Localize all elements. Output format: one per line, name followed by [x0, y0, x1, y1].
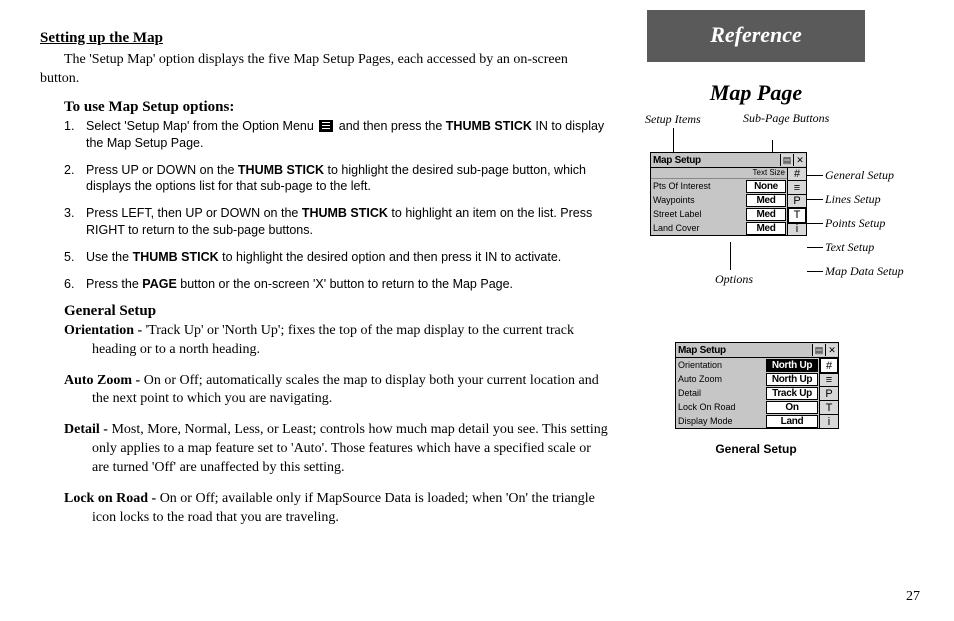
close-button[interactable]: ✕ — [825, 344, 838, 356]
tab-general-icon[interactable]: # — [788, 168, 806, 181]
intro-paragraph: The 'Setup Map' option displays the five… — [40, 51, 610, 89]
leader-line — [772, 140, 773, 152]
tab-lines-icon[interactable]: ≡ — [820, 373, 838, 387]
tab-mapdata-icon[interactable]: i — [788, 223, 806, 235]
list-row[interactable]: WaypointsMed — [651, 193, 787, 207]
def-detail: Detail - Most, More, Normal, Less, or Le… — [64, 421, 610, 478]
def-auto-zoom: Auto Zoom - On or Off; automatically sca… — [64, 372, 610, 410]
step-item: 1. Select 'Setup Map' from the Option Me… — [64, 118, 610, 152]
steps-list: 1. Select 'Setup Map' from the Option Me… — [64, 118, 610, 293]
gps-title: Map Setup — [676, 345, 812, 356]
left-column: Setting up the Map The 'Setup Map' optio… — [40, 30, 610, 540]
callout-lines: Lines Setup — [825, 192, 881, 207]
map-page-title: Map Page — [647, 80, 865, 106]
list-row[interactable]: OrientationNorth Up — [676, 358, 819, 372]
leader-line — [673, 128, 674, 152]
list-row[interactable]: Lock On RoadOn — [676, 400, 819, 414]
close-button[interactable]: ✕ — [793, 154, 806, 166]
tab-general-icon[interactable]: # — [819, 357, 839, 374]
leader-line — [807, 199, 823, 200]
screenshot-2-wrap: Map Setup ▤ ✕ OrientationNorth Up Auto Z… — [635, 342, 935, 502]
list-row[interactable]: Land CoverMed — [651, 221, 787, 235]
gps-list: OrientationNorth Up Auto ZoomNorth Up De… — [676, 358, 819, 428]
list-row[interactable]: Auto ZoomNorth Up — [676, 372, 819, 386]
leader-line — [807, 175, 823, 176]
leader-line — [807, 271, 823, 272]
general-setup-heading: General Setup — [64, 303, 610, 320]
tab-mapdata-icon[interactable]: i — [820, 415, 838, 428]
list-row[interactable]: DetailTrack Up — [676, 386, 819, 400]
step-item: 6. Press the PAGE button or the on-scree… — [64, 276, 610, 293]
tab-text-icon[interactable]: T — [820, 401, 838, 415]
gps-list: Text Size Pts Of InterestNone WaypointsM… — [651, 168, 787, 235]
subpage-tabs: # ≡ P T i — [787, 168, 806, 235]
right-column: Reference Map Page Setup Items Sub-Page … — [635, 10, 935, 502]
subpage-tabs: # ≡ P T i — [819, 358, 838, 428]
screenshot-2-caption: General Setup — [675, 442, 837, 456]
callout-points: Points Setup — [825, 216, 885, 231]
list-row[interactable]: Pts Of InterestNone — [651, 179, 787, 193]
step-item: 2. Press UP or DOWN on the THUMB STICK t… — [64, 162, 610, 196]
tab-text-icon[interactable]: T — [787, 207, 807, 223]
tab-points-icon[interactable]: P — [788, 195, 806, 208]
callout-general: General Setup — [825, 168, 894, 183]
def-lock-on-road: Lock on Road - On or Off; available only… — [64, 490, 610, 528]
option-menu-icon — [319, 120, 333, 132]
options-menu-button[interactable]: ▤ — [812, 344, 825, 356]
leader-line — [807, 247, 823, 248]
callout-subpage: Sub-Page Buttons — [743, 112, 803, 125]
def-orientation: Orientation - 'Track Up' or 'North Up'; … — [64, 322, 610, 360]
gps-screen-2: Map Setup ▤ ✕ OrientationNorth Up Auto Z… — [675, 342, 839, 429]
callout-setup-items: Setup Items — [645, 112, 701, 127]
tab-points-icon[interactable]: P — [820, 387, 838, 401]
list-row[interactable]: Display ModeLand — [676, 414, 819, 428]
tab-lines-icon[interactable]: ≡ — [788, 181, 806, 194]
options-menu-button[interactable]: ▤ — [780, 154, 793, 166]
screenshot-1-wrap: Setup Items Sub-Page Buttons Map Setup ▤… — [635, 112, 935, 312]
leader-line — [807, 223, 823, 224]
gps-titlebar: Map Setup ▤ ✕ — [651, 153, 806, 168]
leader-line — [730, 242, 731, 270]
callout-mapdata: Map Data Setup — [825, 264, 904, 279]
gps-screen-1: Map Setup ▤ ✕ Text Size Pts Of InterestN… — [650, 152, 807, 236]
step-item: 5. Use the THUMB STICK to highlight the … — [64, 249, 610, 266]
steps-heading: To use Map Setup options: — [64, 99, 610, 116]
step-item: 3. Press LEFT, then UP or DOWN on the TH… — [64, 205, 610, 239]
reference-tab: Reference — [647, 10, 865, 62]
callout-options: Options — [715, 272, 753, 287]
gps-titlebar: Map Setup ▤ ✕ — [676, 343, 838, 358]
section-title: Setting up the Map — [40, 30, 610, 47]
list-header: Text Size — [651, 168, 787, 179]
gps-title: Map Setup — [651, 155, 780, 166]
page-number: 27 — [906, 589, 920, 605]
list-row[interactable]: Street LabelMed — [651, 207, 787, 221]
callout-text: Text Setup — [825, 240, 874, 255]
